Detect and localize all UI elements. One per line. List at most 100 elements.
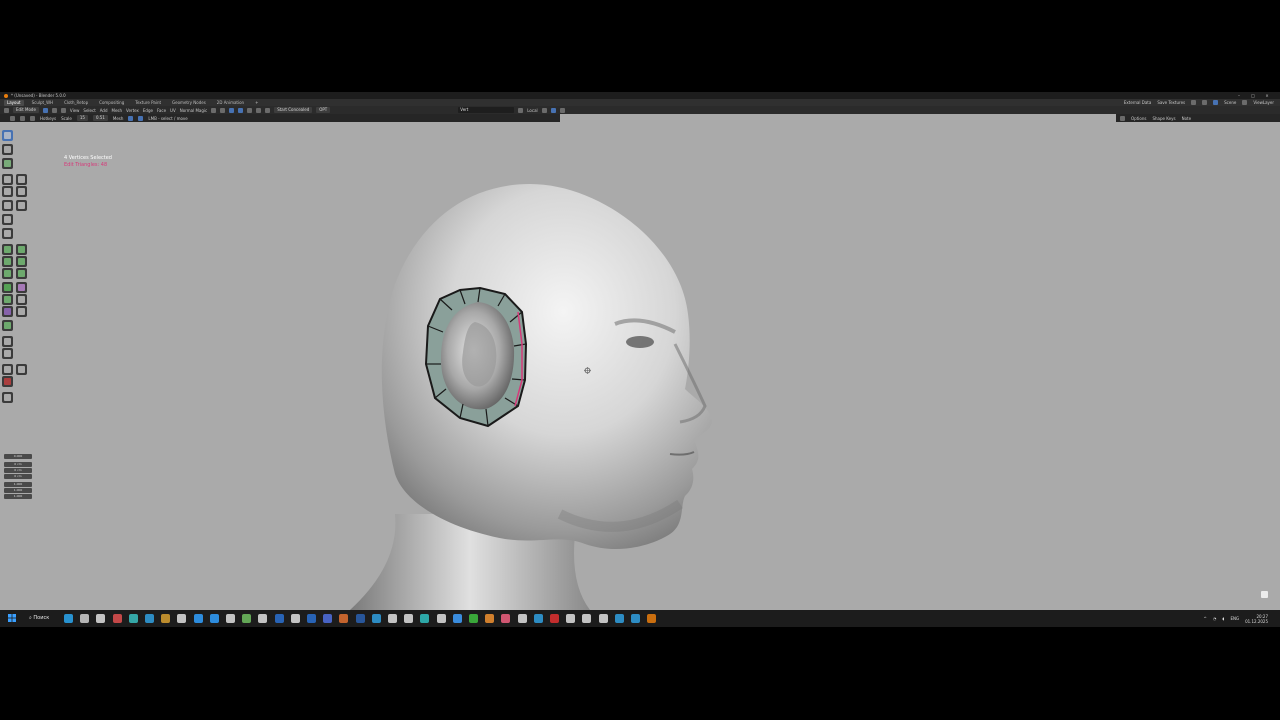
taskbar-app-icon[interactable] <box>112 614 122 623</box>
tool-bevel-icon[interactable] <box>16 244 27 255</box>
close-icon[interactable]: × <box>1260 93 1274 98</box>
taskbar-app-icon[interactable] <box>436 614 446 623</box>
taskbar-app-icon[interactable] <box>258 614 268 623</box>
shading-icon[interactable] <box>559 107 565 113</box>
mode-toggle-icon[interactable] <box>128 115 134 121</box>
tool-scale-icon[interactable] <box>2 186 13 197</box>
taskbar-app-icon[interactable] <box>193 614 203 623</box>
tool-edge-slide-icon[interactable] <box>2 306 13 317</box>
network-icon[interactable]: ◔ <box>1213 616 1217 621</box>
tool-loop-cut-icon[interactable] <box>2 256 13 267</box>
tool-smooth-icon[interactable] <box>2 282 13 293</box>
taskbar-app-icon[interactable] <box>388 614 397 623</box>
taskbar-app-icon[interactable] <box>566 614 576 623</box>
save-textures-button[interactable]: Save Textures <box>1157 100 1185 105</box>
tab-layout[interactable]: Layout <box>4 99 24 106</box>
gizmo-icon[interactable] <box>1120 115 1125 121</box>
tool-shear-icon[interactable] <box>2 294 13 305</box>
taskbar-app-icon[interactable] <box>371 614 381 623</box>
start-concealed-button[interactable]: Start Concealed <box>274 107 313 113</box>
tool-spin-icon[interactable] <box>16 268 27 279</box>
tool-warp-icon[interactable] <box>2 348 13 359</box>
taskbar-app-icon[interactable] <box>128 614 138 623</box>
overlay-icon[interactable] <box>541 107 547 113</box>
options-dropdown[interactable]: Options <box>1131 116 1146 121</box>
external-data-menu[interactable]: External Data <box>1124 100 1151 105</box>
tool-add-cube-icon[interactable] <box>2 214 13 225</box>
tab-cloth-retop[interactable]: Cloth_Retop <box>61 100 91 106</box>
head-model[interactable] <box>300 184 760 610</box>
taskbar-app-icon[interactable] <box>242 614 252 623</box>
opt-button[interactable]: OPT <box>316 107 331 113</box>
value-field[interactable]: 0.51 <box>92 115 108 121</box>
lock-icon[interactable] <box>1261 591 1268 598</box>
tool-shrink-icon[interactable] <box>16 282 27 293</box>
taskbar-app-icon[interactable] <box>355 614 365 623</box>
tool-select-box-icon[interactable] <box>2 130 13 141</box>
taskbar-app-icon[interactable] <box>404 614 414 623</box>
taskbar-app-icon[interactable] <box>420 614 430 623</box>
menu-view[interactable]: View <box>70 108 80 113</box>
taskbar-app-icon[interactable] <box>533 614 543 623</box>
tool-delete-icon[interactable] <box>2 376 13 387</box>
taskbar-app-icon[interactable] <box>274 614 284 623</box>
prop-field[interactable]: 1.000 <box>4 482 32 487</box>
prop-field[interactable]: 0.000 <box>4 454 32 459</box>
tool-measure-icon[interactable] <box>16 200 27 211</box>
mirror-y-icon[interactable] <box>256 107 262 113</box>
local-icon[interactable] <box>518 107 524 113</box>
tool-annotate-icon[interactable] <box>2 200 13 211</box>
menu-edge[interactable]: Edge <box>143 108 153 113</box>
taskbar-app-icon[interactable] <box>339 614 349 623</box>
prop-field[interactable]: 1.000 <box>4 488 32 493</box>
menu-uv[interactable]: UV <box>170 108 176 113</box>
scale-value-field[interactable]: 15 <box>76 115 88 121</box>
taskbar-app-icon[interactable] <box>469 614 478 623</box>
prop-field[interactable]: 0 cm <box>4 468 32 473</box>
tool-rotate-icon[interactable] <box>16 174 27 185</box>
axis-icon[interactable] <box>30 115 35 121</box>
menu-add[interactable]: Add <box>100 108 108 113</box>
tool-cursor-icon[interactable] <box>2 144 13 155</box>
tab-compositing[interactable]: Compositing <box>96 100 127 106</box>
editor-type-icon[interactable] <box>4 107 9 113</box>
volume-icon[interactable]: ◖ <box>1222 616 1224 621</box>
taskbar-app-icon[interactable] <box>161 614 171 623</box>
tool-icon[interactable] <box>10 115 15 121</box>
taskbar-app-icon[interactable] <box>485 614 495 623</box>
camera-icon[interactable] <box>1202 100 1208 105</box>
taskbar-app-icon[interactable] <box>631 614 640 623</box>
tab-geometry-nodes[interactable]: Geometry Nodes <box>169 100 209 106</box>
shape-keys-menu[interactable]: Shape Keys <box>1152 116 1175 121</box>
tool-shape-icon[interactable] <box>2 336 13 347</box>
local-dropdown[interactable]: Local <box>527 108 537 113</box>
tool-push-pull-icon[interactable] <box>16 306 27 317</box>
language-indicator[interactable]: ENG <box>1230 616 1239 621</box>
menu-face[interactable]: Face <box>157 108 166 113</box>
face-select-icon[interactable] <box>60 107 66 113</box>
note-menu[interactable]: Note <box>1182 116 1191 121</box>
tool-move-icon[interactable] <box>2 174 13 185</box>
mirror-z-icon[interactable] <box>265 107 271 113</box>
tool-randomize-icon[interactable] <box>16 364 27 375</box>
taskbar-app-icon[interactable] <box>582 614 592 623</box>
taskbar-app-icon[interactable] <box>517 614 527 623</box>
tab-sculpt[interactable]: Sculpt_WH <box>29 100 56 106</box>
taskbar-app-icon[interactable] <box>614 614 624 623</box>
tool-inset-icon[interactable] <box>2 244 13 255</box>
taskbar-app-icon[interactable] <box>501 614 511 623</box>
tool-to-sphere-icon[interactable] <box>2 320 13 331</box>
tab-texture-paint[interactable]: Texture Paint <box>132 100 164 106</box>
3d-cursor-icon[interactable] <box>584 367 591 374</box>
proportional-edit-icon[interactable] <box>238 107 244 113</box>
menu-vertex[interactable]: Vertex <box>126 108 139 113</box>
snap-icon[interactable] <box>229 107 235 113</box>
view-layer-selector[interactable]: ViewLayer <box>1253 100 1274 105</box>
mode-dropdown[interactable]: Edit Mode <box>13 107 39 113</box>
taskbar-search[interactable]: ⌕ Поиск <box>29 614 49 623</box>
prop-field[interactable]: 0 cm <box>4 474 32 479</box>
menu-mesh[interactable]: Mesh <box>112 108 123 113</box>
tool-move-icon[interactable] <box>2 158 13 169</box>
menu-normal-magic[interactable]: Normal Magic <box>180 108 208 113</box>
tool-rip-icon[interactable] <box>16 294 27 305</box>
